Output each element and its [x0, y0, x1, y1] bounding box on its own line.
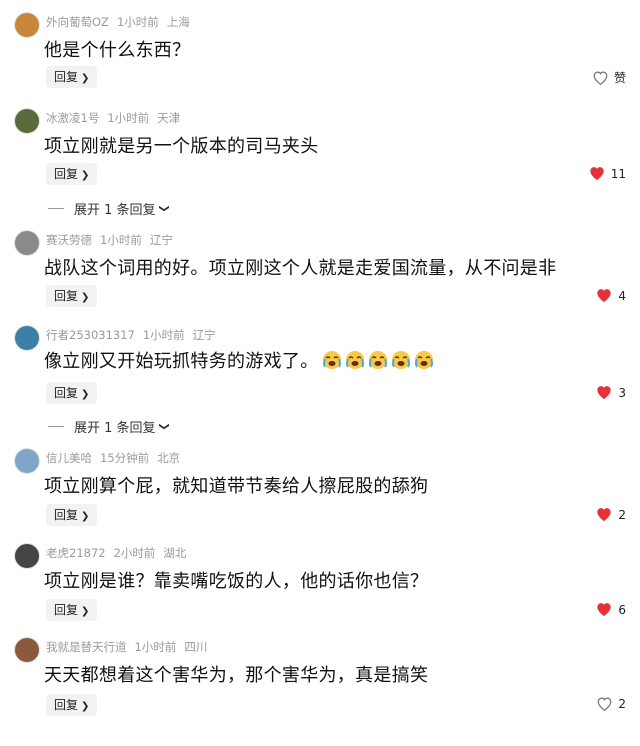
expand-replies-button[interactable]: 展开 1 条回复 ❯ — [48, 199, 170, 218]
reply-button[interactable]: 回复 ❯ — [46, 66, 98, 88]
avatar[interactable] — [14, 543, 40, 569]
heart-filled-icon — [590, 167, 604, 181]
like-button[interactable]: 2 — [597, 697, 626, 711]
comment-time: 15分钟前 — [100, 451, 150, 465]
comment-location: 北京 — [157, 451, 181, 465]
avatar[interactable] — [14, 637, 40, 663]
like-button[interactable]: 11 — [589, 166, 626, 181]
comment-text: 项立刚就是另一个版本的司马夹头 — [44, 136, 319, 157]
chevron-right-icon: ❯ — [81, 389, 90, 400]
comment-location: 辽宁 — [149, 233, 173, 247]
avatar[interactable] — [14, 325, 40, 351]
comment-time: 1小时前 — [100, 233, 142, 247]
like-count: 赞 — [613, 71, 626, 85]
comment-text: 像立刚又开始玩抓特务的游戏了。 — [44, 347, 434, 373]
comment-location: 湖北 — [163, 546, 187, 560]
username[interactable]: 冰激凌1号 — [46, 111, 99, 125]
comment-time: 1小时前 — [107, 111, 150, 125]
avatar[interactable] — [14, 448, 40, 474]
like-count: 2 — [618, 697, 626, 711]
chevron-right-icon: ❯ — [81, 292, 90, 303]
comment-meta: 老虎21872 2小时前 湖北 — [46, 545, 194, 561]
like-count: 6 — [618, 602, 626, 617]
reply-button[interactable]: 回复 ❯ — [46, 382, 98, 404]
comment-text: 天天都想着这个害华为，那个害华为，真是搞笑 — [44, 665, 429, 686]
like-button[interactable]: 2 — [596, 507, 626, 522]
like-button[interactable]: 6 — [596, 602, 626, 617]
username[interactable]: 外向葡萄OZ — [46, 15, 109, 29]
avatar[interactable] — [14, 108, 40, 134]
divider — [48, 208, 64, 209]
chevron-right-icon: ❯ — [81, 606, 90, 617]
cry-laugh-emoji-icon — [322, 351, 341, 369]
reply-button[interactable]: 回复 ❯ — [46, 599, 98, 621]
username[interactable]: 赛沃劳德 — [46, 233, 92, 247]
like-count: 3 — [618, 385, 626, 400]
avatar[interactable] — [14, 230, 40, 256]
heart-filled-icon — [597, 508, 612, 522]
cry-laugh-emoji-icon — [391, 351, 410, 369]
like-count: 4 — [618, 288, 626, 303]
comment-location: 辽宁 — [192, 328, 216, 342]
reply-button[interactable]: 回复 ❯ — [46, 694, 98, 716]
comment-time: 1小时前 — [116, 15, 159, 29]
comment-location: 四川 — [184, 640, 208, 654]
expand-replies-button[interactable]: 展开 1 条回复 ❯ — [48, 417, 170, 436]
username[interactable]: 我就是替天行道 — [46, 640, 127, 654]
heart-outline-icon — [597, 697, 612, 711]
like-button[interactable]: 4 — [596, 288, 626, 303]
cry-laugh-emoji-icon — [368, 351, 387, 369]
comment-time: 1小时前 — [142, 328, 185, 342]
chevron-right-icon: ❯ — [81, 701, 90, 712]
comment-meta: 信儿美哈 15分钟前 北京 — [46, 450, 188, 466]
comment-time: 2小时前 — [113, 546, 156, 560]
comment-time: 1小时前 — [134, 640, 177, 654]
avatar[interactable] — [14, 12, 40, 38]
heart-outline-icon — [593, 70, 608, 85]
like-count: 11 — [610, 166, 626, 181]
heart-filled-icon — [597, 289, 612, 303]
cry-laugh-emoji-icon — [414, 351, 433, 369]
divider — [48, 426, 64, 427]
like-button[interactable]: 3 — [596, 385, 626, 400]
chevron-down-icon: ❯ — [158, 204, 170, 213]
username[interactable]: 信儿美哈 — [46, 451, 92, 465]
like-count: 2 — [618, 507, 626, 522]
reply-button[interactable]: 回复 ❯ — [46, 504, 98, 526]
comment-text: 他是个什么东西？ — [44, 40, 191, 61]
heart-filled-icon — [597, 603, 612, 617]
chevron-right-icon: ❯ — [81, 73, 90, 84]
comment-meta: 我就是替天行道 1小时前 四川 — [46, 639, 215, 655]
chevron-right-icon: ❯ — [81, 511, 90, 522]
heart-filled-icon — [597, 386, 612, 400]
cry-laugh-emoji-icon — [345, 351, 364, 369]
comment-location: 上海 — [166, 15, 190, 29]
comment-meta: 外向葡萄OZ 1小时前 上海 — [46, 14, 198, 30]
comment-text: 项立刚算个屁，就知道带节奏给人擦屁股的舔狗 — [44, 476, 429, 497]
reply-button[interactable]: 回复 ❯ — [46, 163, 98, 185]
comment-meta: 冰激凌1号 1小时前 天津 — [46, 110, 188, 126]
comment-meta: 赛沃劳德 1小时前 辽宁 — [46, 232, 181, 248]
username[interactable]: 老虎21872 — [46, 546, 106, 560]
username[interactable]: 行者253031317 — [46, 328, 135, 342]
chevron-right-icon: ❯ — [81, 170, 90, 181]
comment-meta: 行者253031317 1小时前 辽宁 — [46, 327, 224, 343]
chevron-down-icon: ❯ — [158, 422, 170, 431]
comment-text: 项立刚是谁？靠卖嘴吃饭的人，他的话你也信？ — [44, 571, 429, 592]
comment-text: 战队这个词用的好。项立刚这个人就是走爱国流量，从不问是非 — [44, 258, 557, 279]
reply-button[interactable]: 回复 ❯ — [46, 285, 98, 307]
comment-location: 天津 — [157, 111, 181, 125]
like-button[interactable]: 赞 — [593, 69, 626, 86]
